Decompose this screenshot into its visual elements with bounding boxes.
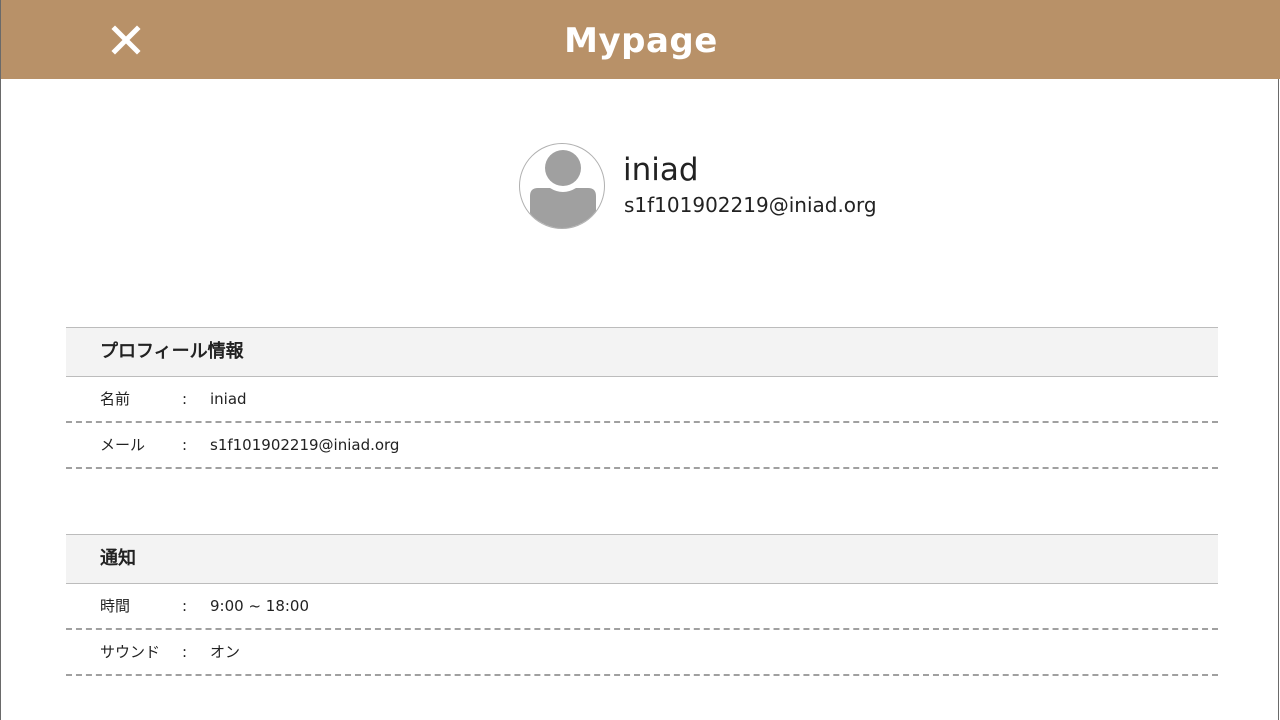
row-label: 名前	[100, 390, 131, 408]
row-label: メール	[100, 436, 146, 454]
notification-row-time: 時間 : 9:00 ~ 18:00	[66, 584, 1218, 630]
header-bar: Mypage	[1, 0, 1280, 79]
user-name: iniad	[623, 152, 699, 188]
avatar	[519, 143, 605, 229]
row-colon: :	[182, 436, 188, 454]
row-value: iniad	[210, 390, 247, 408]
row-value: オン	[210, 643, 241, 661]
row-value: s1f101902219@iniad.org	[210, 436, 400, 454]
row-colon: :	[182, 597, 188, 615]
profile-section: プロフィール情報 名前 : iniad メール : s1f101902219@i…	[66, 327, 1218, 469]
profile-section-title: プロフィール情報	[66, 327, 1218, 377]
notification-row-sound: サウンド : オン	[66, 630, 1218, 676]
user-avatar-icon	[530, 150, 596, 228]
user-email: s1f101902219@iniad.org	[624, 193, 877, 217]
profile-row-name: 名前 : iniad	[66, 377, 1218, 423]
row-label: サウンド	[100, 643, 161, 661]
row-label: 時間	[100, 597, 131, 615]
row-colon: :	[182, 390, 188, 408]
page-title: Mypage	[564, 21, 718, 61]
notification-section-title: 通知	[66, 534, 1218, 584]
app-window: Mypage iniad s1f101902219@iniad.org プロフィ…	[0, 0, 1280, 720]
row-colon: :	[182, 643, 188, 661]
row-value: 9:00 ~ 18:00	[210, 597, 310, 615]
profile-row-email: メール : s1f101902219@iniad.org	[66, 423, 1218, 469]
notification-section: 通知 時間 : 9:00 ~ 18:00 サウンド : オン	[66, 534, 1218, 676]
